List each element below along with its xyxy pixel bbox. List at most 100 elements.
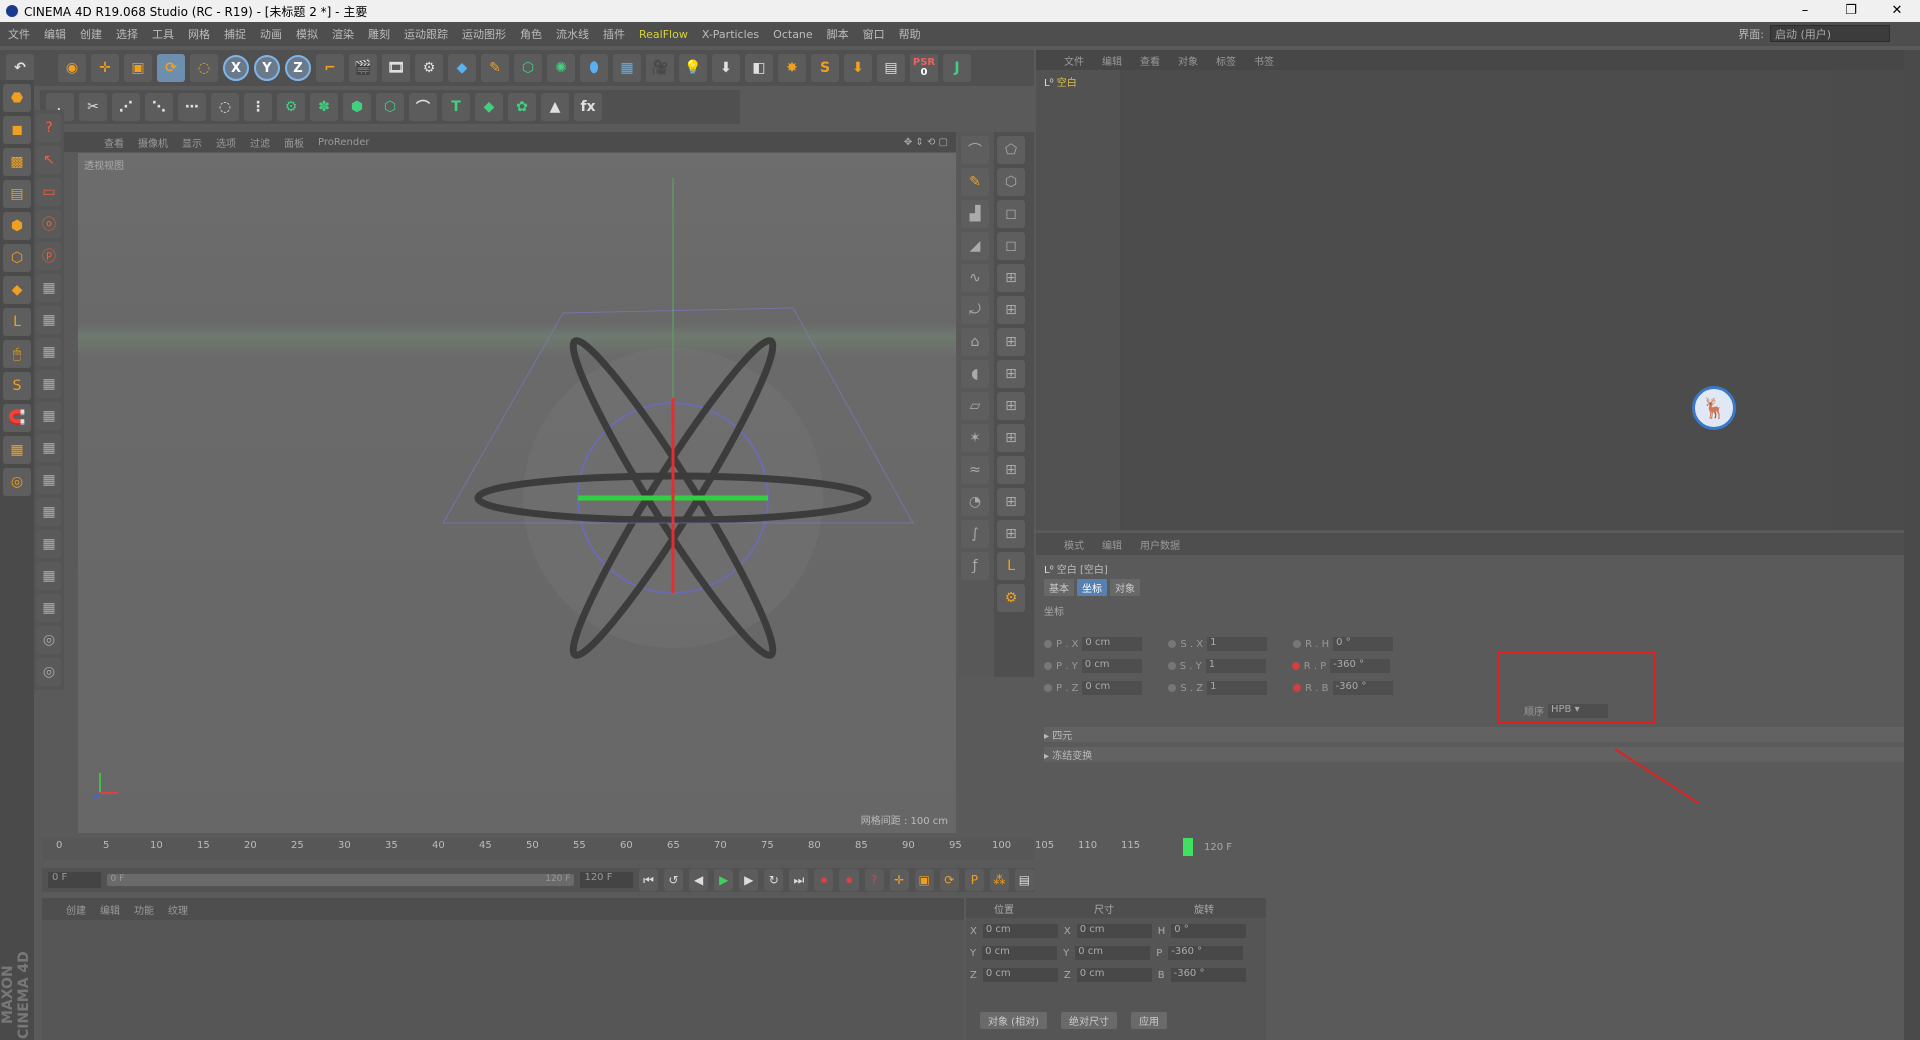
end-frame-field[interactable]: 120 F <box>580 872 633 888</box>
brush-tool-icon[interactable]: ✎ <box>961 168 989 196</box>
key-scale-icon[interactable]: ▣ <box>914 869 934 891</box>
poly-lasso-icon[interactable]: ⓟ <box>37 242 61 270</box>
tab-coord[interactable]: 坐标 <box>1077 579 1107 596</box>
om-menu-tags[interactable]: 标签 <box>1216 53 1236 68</box>
p-y-field[interactable]: 0 cm <box>1081 659 1142 673</box>
gear-mograph-icon[interactable]: ⚙ <box>277 93 305 121</box>
fold-freeze-transform[interactable]: ▸ 冻结变换 <box>1044 747 1904 762</box>
am-menu-mode[interactable]: 模式 <box>1064 537 1084 552</box>
object-mode-select[interactable]: 对象 (相对) <box>980 1012 1047 1029</box>
wrap-icon[interactable]: ◔ <box>961 488 989 516</box>
key-dot[interactable] <box>1293 640 1302 648</box>
select-icon[interactable]: ↖ <box>37 146 61 174</box>
spline-k-icon[interactable]: ⊞ <box>997 456 1025 484</box>
x-axis-button[interactable]: X <box>223 55 249 81</box>
twist-icon[interactable]: ⤾ <box>961 296 989 324</box>
bulge-icon[interactable]: ◖ <box>961 360 989 388</box>
autokey-icon[interactable]: ⏺ <box>839 869 859 891</box>
menu-window[interactable]: 窗口 <box>863 26 885 42</box>
menu-tools[interactable]: 工具 <box>152 26 174 42</box>
psr-button[interactable]: PSR 0 <box>910 54 938 82</box>
play-icon[interactable]: ▶ <box>714 869 734 891</box>
om-menu-view[interactable]: 查看 <box>1140 53 1160 68</box>
apply-button[interactable]: 应用 <box>1130 1012 1167 1029</box>
magnet-icon[interactable]: 🧲 <box>3 404 31 432</box>
spline-points-icon[interactable]: ⋰ <box>112 93 140 121</box>
s-y-field[interactable]: 1 <box>1205 659 1266 673</box>
right-scrollbar[interactable] <box>1904 50 1920 1040</box>
wedge-icon[interactable]: ◢ <box>961 232 989 260</box>
vp-menu-view[interactable]: 查看 <box>104 135 124 150</box>
spline-wrap-icon[interactable]: ∫ <box>961 520 989 548</box>
am-menu-edit[interactable]: 编辑 <box>1102 537 1122 552</box>
brush-e-icon[interactable]: ▦ <box>37 402 61 430</box>
keyframe-help-icon[interactable]: ? <box>864 869 884 891</box>
spline-b-icon[interactable]: ⬡ <box>997 168 1025 196</box>
brush-c-icon[interactable]: ▦ <box>37 338 61 366</box>
camera-icon[interactable]: 🎥 <box>646 54 674 82</box>
shear-icon[interactable]: ▱ <box>961 392 989 420</box>
brush-k-icon[interactable]: ▦ <box>37 594 61 622</box>
workplane-icon[interactable]: ▤ <box>3 180 31 208</box>
key-rotation-icon[interactable]: ⟳ <box>939 869 959 891</box>
formula-icon[interactable]: ƒ <box>961 552 989 580</box>
cm-pos-x[interactable]: 0 cm <box>982 924 1058 938</box>
preview-range-slider[interactable]: 0 F 120 F <box>106 874 575 886</box>
menu-edit[interactable]: 编辑 <box>44 26 66 42</box>
linear-points-icon[interactable]: ⋯ <box>178 93 206 121</box>
polygons-mode-icon[interactable]: ◆ <box>3 276 31 304</box>
fold-quaternion[interactable]: ▸ 四元 <box>1044 727 1904 742</box>
maximize-button[interactable]: ❐ <box>1828 0 1874 22</box>
brush-d-icon[interactable]: ▦ <box>37 370 61 398</box>
cube-icon[interactable]: ◆ <box>448 54 476 82</box>
vp-menu-display[interactable]: 显示 <box>182 135 202 150</box>
key-dot[interactable] <box>1168 684 1177 692</box>
brush-g-icon[interactable]: ▦ <box>37 466 61 494</box>
s-x-field[interactable]: 1 <box>1207 637 1268 651</box>
menu-select[interactable]: 选择 <box>116 26 138 42</box>
om-menu-file[interactable]: 文件 <box>1064 53 1084 68</box>
spline-h-icon[interactable]: ⊞ <box>997 360 1025 388</box>
timeline-window-icon[interactable]: ▤ <box>1014 869 1034 891</box>
knife-icon[interactable]: ✂ <box>79 93 107 121</box>
brush-i-icon[interactable]: ▦ <box>37 530 61 558</box>
plugin-a-icon[interactable]: ◧ <box>745 54 773 82</box>
key-param-icon[interactable]: P <box>964 869 984 891</box>
spline-m-icon[interactable]: ⊞ <box>997 520 1025 548</box>
mm-menu-create[interactable]: 创建 <box>66 902 86 917</box>
points-mode-icon[interactable]: ⬢ <box>3 212 31 240</box>
key-dot[interactable] <box>1044 662 1052 670</box>
live-select-icon[interactable]: ◉ <box>58 54 86 82</box>
melt-icon[interactable]: ≈ <box>961 456 989 484</box>
menu-character[interactable]: 角色 <box>520 26 542 42</box>
download-icon[interactable]: ⬇ <box>712 54 740 82</box>
tracer-icon[interactable]: ⌒ <box>409 93 437 121</box>
p-z-field[interactable]: 0 cm <box>1082 681 1143 695</box>
cm-size-x[interactable]: 0 cm <box>1076 924 1152 938</box>
render-picture-viewer-icon[interactable]: 🎞 <box>382 54 410 82</box>
key-dot[interactable] <box>1044 640 1052 648</box>
tweak-mode-icon[interactable]: 🖱 <box>3 340 31 368</box>
cm-pos-z[interactable]: 0 cm <box>982 968 1058 982</box>
workplane-lock-icon[interactable]: ▦ <box>3 436 31 464</box>
mm-menu-texture[interactable]: 纹理 <box>168 902 188 917</box>
spline-c-icon[interactable]: ◻ <box>997 200 1025 228</box>
spline-l-icon[interactable]: ⊞ <box>997 488 1025 516</box>
brush-l-icon[interactable]: ◎ <box>37 626 61 654</box>
vp-menu-filter[interactable]: 过滤 <box>250 135 270 150</box>
key-dot-active[interactable] <box>1293 684 1302 692</box>
render-view-icon[interactable]: 🎬 <box>349 54 377 82</box>
light-icon[interactable]: 💡 <box>679 54 707 82</box>
spline-a-icon[interactable]: ⬠ <box>997 136 1025 164</box>
object-row-null[interactable]: L⁰ 空白 <box>1044 74 1077 89</box>
locked-workplane-icon[interactable]: ◎ <box>3 468 31 496</box>
spline-e-icon[interactable]: ⊞ <box>997 264 1025 292</box>
circle-points-icon[interactable]: ◌ <box>211 93 239 121</box>
menu-animate[interactable]: 动画 <box>260 26 282 42</box>
key-dot[interactable] <box>1168 640 1177 648</box>
minimize-button[interactable]: – <box>1782 0 1828 22</box>
menu-octane[interactable]: Octane <box>773 28 813 41</box>
rect-select-icon[interactable]: ▭ <box>37 178 61 206</box>
tab-basic[interactable]: 基本 <box>1044 579 1074 596</box>
spline-g-icon[interactable]: ⊞ <box>997 328 1025 356</box>
